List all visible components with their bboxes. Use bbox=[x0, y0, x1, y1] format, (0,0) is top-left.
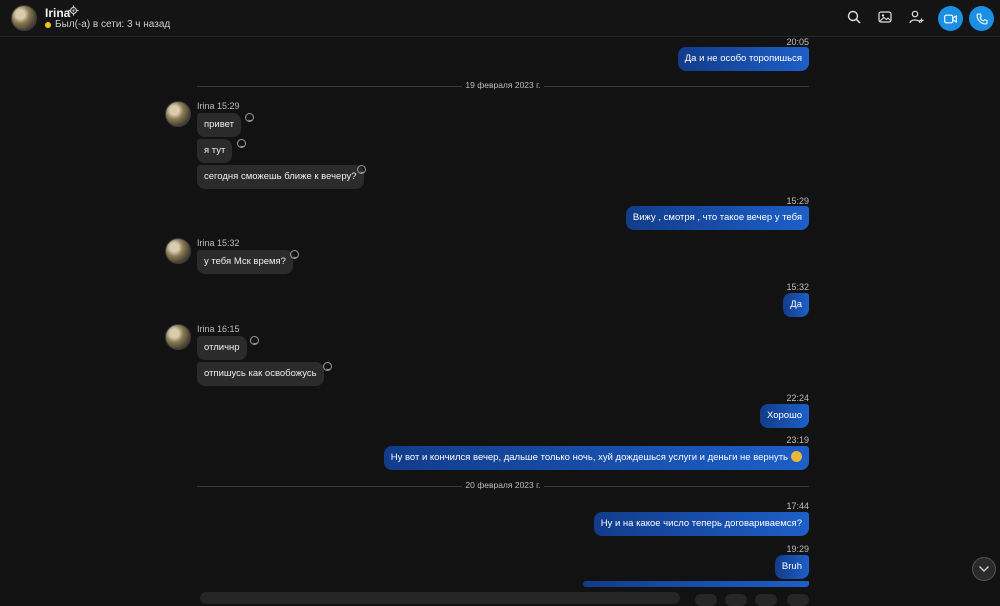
date-divider-label: 19 февраля 2023 г. bbox=[465, 80, 541, 90]
outgoing-message[interactable]: Да и не особо торопишься bbox=[677, 47, 809, 71]
message-timestamp: 15:29 bbox=[786, 196, 809, 206]
video-call-button[interactable] bbox=[938, 6, 963, 31]
presence-status: Был(-а) в сети: 3 ч назад bbox=[45, 19, 170, 30]
date-divider-label: 20 февраля 2023 г. bbox=[465, 480, 541, 490]
incoming-message[interactable]: отличнр bbox=[197, 336, 247, 360]
message-list[interactable]: 20:05 Да и не особо торопишься 19 феврал… bbox=[0, 37, 1000, 599]
reaction-icon[interactable] bbox=[290, 250, 299, 259]
gear-icon[interactable] bbox=[68, 5, 79, 19]
composer-button[interactable] bbox=[695, 594, 717, 606]
message-timestamp: 17:44 bbox=[786, 501, 809, 511]
message-timestamp: 19:29 bbox=[786, 544, 809, 554]
chat-header: Irina Был(-а) в сети: 3 ч назад bbox=[0, 0, 1000, 37]
date-divider: 19 февраля 2023 г. bbox=[197, 79, 809, 93]
composer-button[interactable] bbox=[755, 594, 777, 606]
composer-button[interactable] bbox=[787, 594, 809, 606]
reaction-icon[interactable] bbox=[357, 165, 366, 174]
outgoing-message[interactable]: Bruh bbox=[774, 555, 809, 579]
incoming-message[interactable]: у тебя Мск время? bbox=[197, 250, 293, 274]
sender-name-time: Irina 15:32 bbox=[197, 238, 240, 248]
call-button[interactable] bbox=[969, 6, 994, 31]
outgoing-message[interactable]: Хорошо bbox=[760, 404, 809, 428]
message-timestamp: 15:32 bbox=[786, 282, 809, 292]
emoji-icon bbox=[791, 450, 802, 462]
outgoing-message[interactable]: Вижу , смотря , что такое вечер у тебя bbox=[625, 206, 809, 230]
message-timestamp: 23:19 bbox=[786, 435, 809, 445]
reaction-icon[interactable] bbox=[250, 336, 259, 345]
sender-avatar[interactable] bbox=[165, 101, 191, 127]
outgoing-message-text: Ну вот и кончился вечер, дальше только н… bbox=[390, 452, 788, 463]
add-person-icon[interactable] bbox=[907, 8, 925, 26]
reaction-icon[interactable] bbox=[245, 113, 254, 122]
sender-name-time: Irina 15:29 bbox=[197, 101, 240, 111]
outgoing-message[interactable]: Ну вот и кончился вечер, дальше только н… bbox=[383, 446, 809, 470]
incoming-message[interactable]: сегодня сможешь ближе к вечеру? bbox=[197, 165, 364, 189]
incoming-message[interactable]: отпишусь как освобожусь bbox=[197, 362, 324, 386]
message-timestamp: 22:24 bbox=[786, 393, 809, 403]
call-icon bbox=[975, 12, 988, 25]
reaction-icon[interactable] bbox=[323, 362, 332, 371]
incoming-message[interactable]: привет bbox=[197, 113, 241, 137]
outgoing-message[interactable]: Ну и на какое число теперь договариваемс… bbox=[593, 512, 809, 536]
reaction-icon[interactable] bbox=[237, 139, 246, 148]
message-input[interactable] bbox=[200, 592, 680, 604]
incoming-message[interactable]: я тут bbox=[197, 139, 233, 163]
presence-dot bbox=[45, 21, 51, 28]
search-icon[interactable] bbox=[845, 8, 863, 26]
date-divider: 20 февраля 2023 г. bbox=[197, 479, 809, 493]
contact-name[interactable]: Irina bbox=[45, 6, 70, 20]
video-call-icon bbox=[944, 14, 957, 23]
gallery-icon[interactable] bbox=[876, 8, 894, 26]
message-timestamp: 20:05 bbox=[786, 37, 809, 47]
sender-avatar[interactable] bbox=[165, 238, 191, 264]
sender-avatar[interactable] bbox=[165, 324, 191, 350]
outgoing-message-partial[interactable] bbox=[583, 581, 809, 587]
composer-button[interactable] bbox=[725, 594, 747, 606]
outgoing-message[interactable]: Да bbox=[783, 293, 809, 317]
contact-avatar[interactable] bbox=[11, 5, 37, 31]
scroll-to-bottom-button[interactable] bbox=[972, 557, 996, 581]
presence-text: Был(-а) в сети: 3 ч назад bbox=[55, 19, 171, 30]
chevron-down-icon bbox=[979, 566, 989, 572]
sender-name-time: Irina 16:15 bbox=[197, 324, 240, 334]
